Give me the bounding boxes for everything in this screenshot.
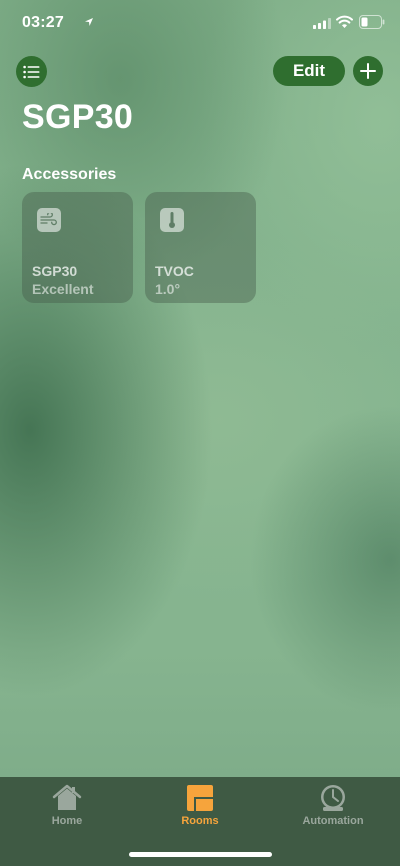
- thermometer-icon: [160, 208, 184, 232]
- home-indicator[interactable]: [129, 852, 272, 857]
- location-arrow-icon: [85, 18, 93, 26]
- tab-label: Automation: [302, 815, 364, 827]
- tab-automation[interactable]: Automation: [268, 777, 398, 837]
- page-title: SGP30: [22, 98, 134, 136]
- tab-label: Home: [51, 815, 83, 827]
- plus-icon: [360, 63, 376, 79]
- menu-button[interactable]: [16, 56, 47, 87]
- wifi-icon: [336, 15, 353, 28]
- tab-rooms[interactable]: Rooms: [135, 777, 265, 837]
- add-button[interactable]: [353, 56, 383, 86]
- edit-button[interactable]: Edit: [273, 56, 345, 86]
- rooms-icon: [187, 785, 213, 811]
- status-time: 03:27: [22, 14, 64, 31]
- tab-home[interactable]: Home: [2, 777, 132, 837]
- tile-name: TVOC: [155, 263, 194, 279]
- accessories-section-label: Accessories: [22, 166, 117, 183]
- accessory-tile-tvoc[interactable]: TVOC 1.0°: [145, 192, 256, 303]
- battery-icon: [359, 15, 385, 29]
- air-quality-icon: [37, 208, 61, 232]
- tile-status: 1.0°: [155, 281, 181, 297]
- accessory-tile-sgp30[interactable]: SGP30 Excellent: [22, 192, 133, 303]
- tile-status: Excellent: [32, 281, 94, 297]
- tab-label: Rooms: [181, 815, 219, 827]
- status-bar: 03:27: [0, 0, 400, 44]
- list-icon: [23, 65, 40, 78]
- cellular-signal-icon: [313, 18, 331, 29]
- home-icon: [52, 784, 82, 810]
- tile-name: SGP30: [32, 263, 78, 279]
- automation-clock-icon: [321, 785, 345, 811]
